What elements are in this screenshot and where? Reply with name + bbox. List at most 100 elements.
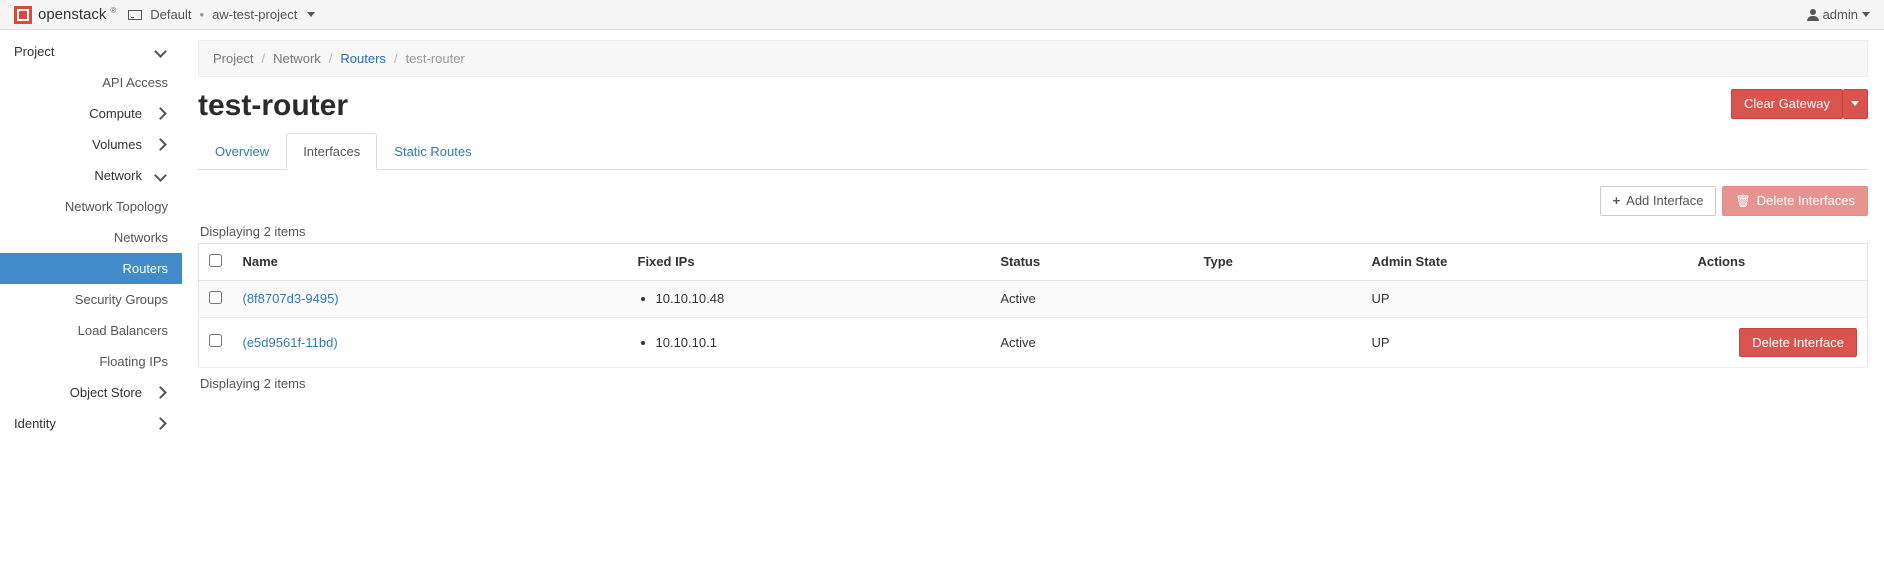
plus-icon: + bbox=[1613, 193, 1621, 209]
interface-name-link[interactable]: (8f8707d3-9495) bbox=[243, 291, 339, 306]
brand-text: openstack bbox=[38, 6, 106, 23]
col-checkbox bbox=[199, 243, 233, 280]
breadcrumb-current: test-router bbox=[406, 51, 465, 66]
sidebar-item-volumes[interactable]: Volumes bbox=[0, 129, 182, 160]
fixed-ip: 10.10.10.1 bbox=[656, 335, 981, 350]
col-actions: Actions bbox=[1688, 243, 1868, 280]
caret-down-icon bbox=[1862, 12, 1870, 17]
tab-interfaces[interactable]: Interfaces bbox=[286, 133, 377, 170]
user-label: admin bbox=[1823, 7, 1858, 22]
sidebar-item-load-balancers[interactable]: Load Balancers bbox=[0, 315, 182, 346]
sidebar-label: Security Groups bbox=[75, 292, 168, 307]
trash-icon bbox=[1735, 193, 1750, 209]
domain-icon bbox=[128, 10, 142, 20]
table-row: (e5d9561f-11bd) 10.10.10.1 Active UP Del… bbox=[199, 317, 1868, 368]
chevron-down-icon bbox=[154, 45, 167, 58]
context-switcher[interactable]: Default • aw-test-project bbox=[128, 7, 315, 22]
type-cell bbox=[1194, 317, 1362, 368]
table-toolbar: + Add Interface Delete Interfaces bbox=[198, 186, 1868, 216]
clear-gateway-button[interactable]: Clear Gateway bbox=[1731, 89, 1843, 119]
actions-cell bbox=[1688, 280, 1868, 317]
tab-static-routes[interactable]: Static Routes bbox=[377, 133, 488, 170]
admin-state-cell: UP bbox=[1362, 317, 1688, 368]
add-interface-button[interactable]: + Add Interface bbox=[1600, 186, 1717, 216]
brand-logo[interactable]: openstack ® bbox=[14, 6, 116, 24]
sidebar-item-floating-ips[interactable]: Floating IPs bbox=[0, 346, 182, 377]
item-count-top: Displaying 2 items bbox=[200, 224, 1868, 239]
col-fixed-ips[interactable]: Fixed IPs bbox=[628, 243, 991, 280]
caret-down-icon bbox=[307, 12, 315, 17]
status-cell: Active bbox=[990, 280, 1193, 317]
chevron-right-icon bbox=[154, 417, 167, 430]
sidebar-label: API Access bbox=[102, 75, 168, 90]
breadcrumb-separator: / bbox=[261, 51, 265, 66]
tab-overview[interactable]: Overview bbox=[198, 133, 286, 170]
breadcrumb-item-project[interactable]: Project bbox=[213, 51, 253, 66]
sidebar-item-security-groups[interactable]: Security Groups bbox=[0, 284, 182, 315]
sidebar-label: Networks bbox=[114, 230, 168, 245]
caret-down-icon bbox=[1851, 101, 1859, 106]
col-name[interactable]: Name bbox=[233, 243, 628, 280]
sidebar-label: Floating IPs bbox=[99, 354, 168, 369]
type-cell bbox=[1194, 280, 1362, 317]
col-type[interactable]: Type bbox=[1194, 243, 1362, 280]
user-menu[interactable]: admin bbox=[1807, 7, 1870, 22]
status-cell: Active bbox=[990, 317, 1193, 368]
delete-interfaces-button[interactable]: Delete Interfaces bbox=[1722, 186, 1868, 216]
row-checkbox[interactable] bbox=[209, 291, 222, 304]
topbar: openstack ® Default • aw-test-project ad… bbox=[0, 0, 1884, 30]
sidebar-label: Network bbox=[14, 168, 152, 183]
sidebar-item-network-topology[interactable]: Network Topology bbox=[0, 191, 182, 222]
user-icon bbox=[1807, 9, 1819, 21]
add-interface-label: Add Interface bbox=[1626, 193, 1703, 209]
interface-name-link[interactable]: (e5d9561f-11bd) bbox=[243, 335, 338, 350]
page-title: test-router bbox=[198, 89, 1731, 123]
breadcrumb-item-routers[interactable]: Routers bbox=[340, 51, 386, 66]
sidebar-item-object-store[interactable]: Object Store bbox=[0, 377, 182, 408]
breadcrumb-separator: / bbox=[329, 51, 333, 66]
sidebar-label: Object Store bbox=[14, 385, 152, 400]
sidebar-item-compute[interactable]: Compute bbox=[0, 98, 182, 129]
clear-gateway-dropdown[interactable] bbox=[1843, 89, 1868, 119]
sidebar-label: Network Topology bbox=[65, 199, 168, 214]
row-checkbox[interactable] bbox=[209, 334, 222, 347]
context-separator: • bbox=[200, 7, 205, 22]
fixed-ip: 10.10.10.48 bbox=[656, 291, 981, 306]
chevron-right-icon bbox=[154, 107, 167, 120]
project-label: aw-test-project bbox=[212, 7, 297, 22]
brand-trademark: ® bbox=[110, 6, 116, 15]
delete-interface-button[interactable]: Delete Interface bbox=[1739, 328, 1857, 358]
item-count-bottom: Displaying 2 items bbox=[200, 376, 1868, 391]
sidebar-item-routers[interactable]: Routers bbox=[0, 253, 182, 284]
openstack-logo-icon bbox=[14, 6, 32, 24]
sidebar-item-network[interactable]: Network bbox=[0, 160, 182, 191]
main-content: Project / Network / Routers / test-route… bbox=[182, 30, 1884, 587]
sidebar-item-project[interactable]: Project bbox=[0, 36, 182, 67]
interfaces-table: Name Fixed IPs Status Type Admin State A… bbox=[198, 243, 1868, 369]
tabs: Overview Interfaces Static Routes bbox=[198, 133, 1868, 170]
sidebar-label: Compute bbox=[14, 106, 152, 121]
sidebar-item-networks[interactable]: Networks bbox=[0, 222, 182, 253]
domain-label: Default bbox=[150, 7, 191, 22]
chevron-down-icon bbox=[154, 169, 167, 182]
sidebar-label: Volumes bbox=[14, 137, 152, 152]
col-admin-state[interactable]: Admin State bbox=[1362, 243, 1688, 280]
sidebar-label: Load Balancers bbox=[78, 323, 168, 338]
sidebar-label: Routers bbox=[122, 261, 168, 276]
breadcrumb: Project / Network / Routers / test-route… bbox=[198, 40, 1868, 77]
delete-interfaces-label: Delete Interfaces bbox=[1757, 193, 1855, 209]
sidebar: Project API Access Compute Volumes Netwo… bbox=[0, 30, 182, 587]
sidebar-item-api-access[interactable]: API Access bbox=[0, 67, 182, 98]
col-status[interactable]: Status bbox=[990, 243, 1193, 280]
breadcrumb-item-network[interactable]: Network bbox=[273, 51, 321, 66]
breadcrumb-separator: / bbox=[394, 51, 398, 66]
sidebar-label: Project bbox=[14, 44, 152, 59]
chevron-right-icon bbox=[154, 138, 167, 151]
sidebar-label: Identity bbox=[14, 416, 152, 431]
chevron-right-icon bbox=[154, 386, 167, 399]
admin-state-cell: UP bbox=[1362, 280, 1688, 317]
select-all-checkbox[interactable] bbox=[209, 254, 222, 267]
clear-gateway-group: Clear Gateway bbox=[1731, 89, 1868, 119]
actions-cell: Delete Interface bbox=[1688, 317, 1868, 368]
sidebar-item-identity[interactable]: Identity bbox=[0, 408, 182, 439]
